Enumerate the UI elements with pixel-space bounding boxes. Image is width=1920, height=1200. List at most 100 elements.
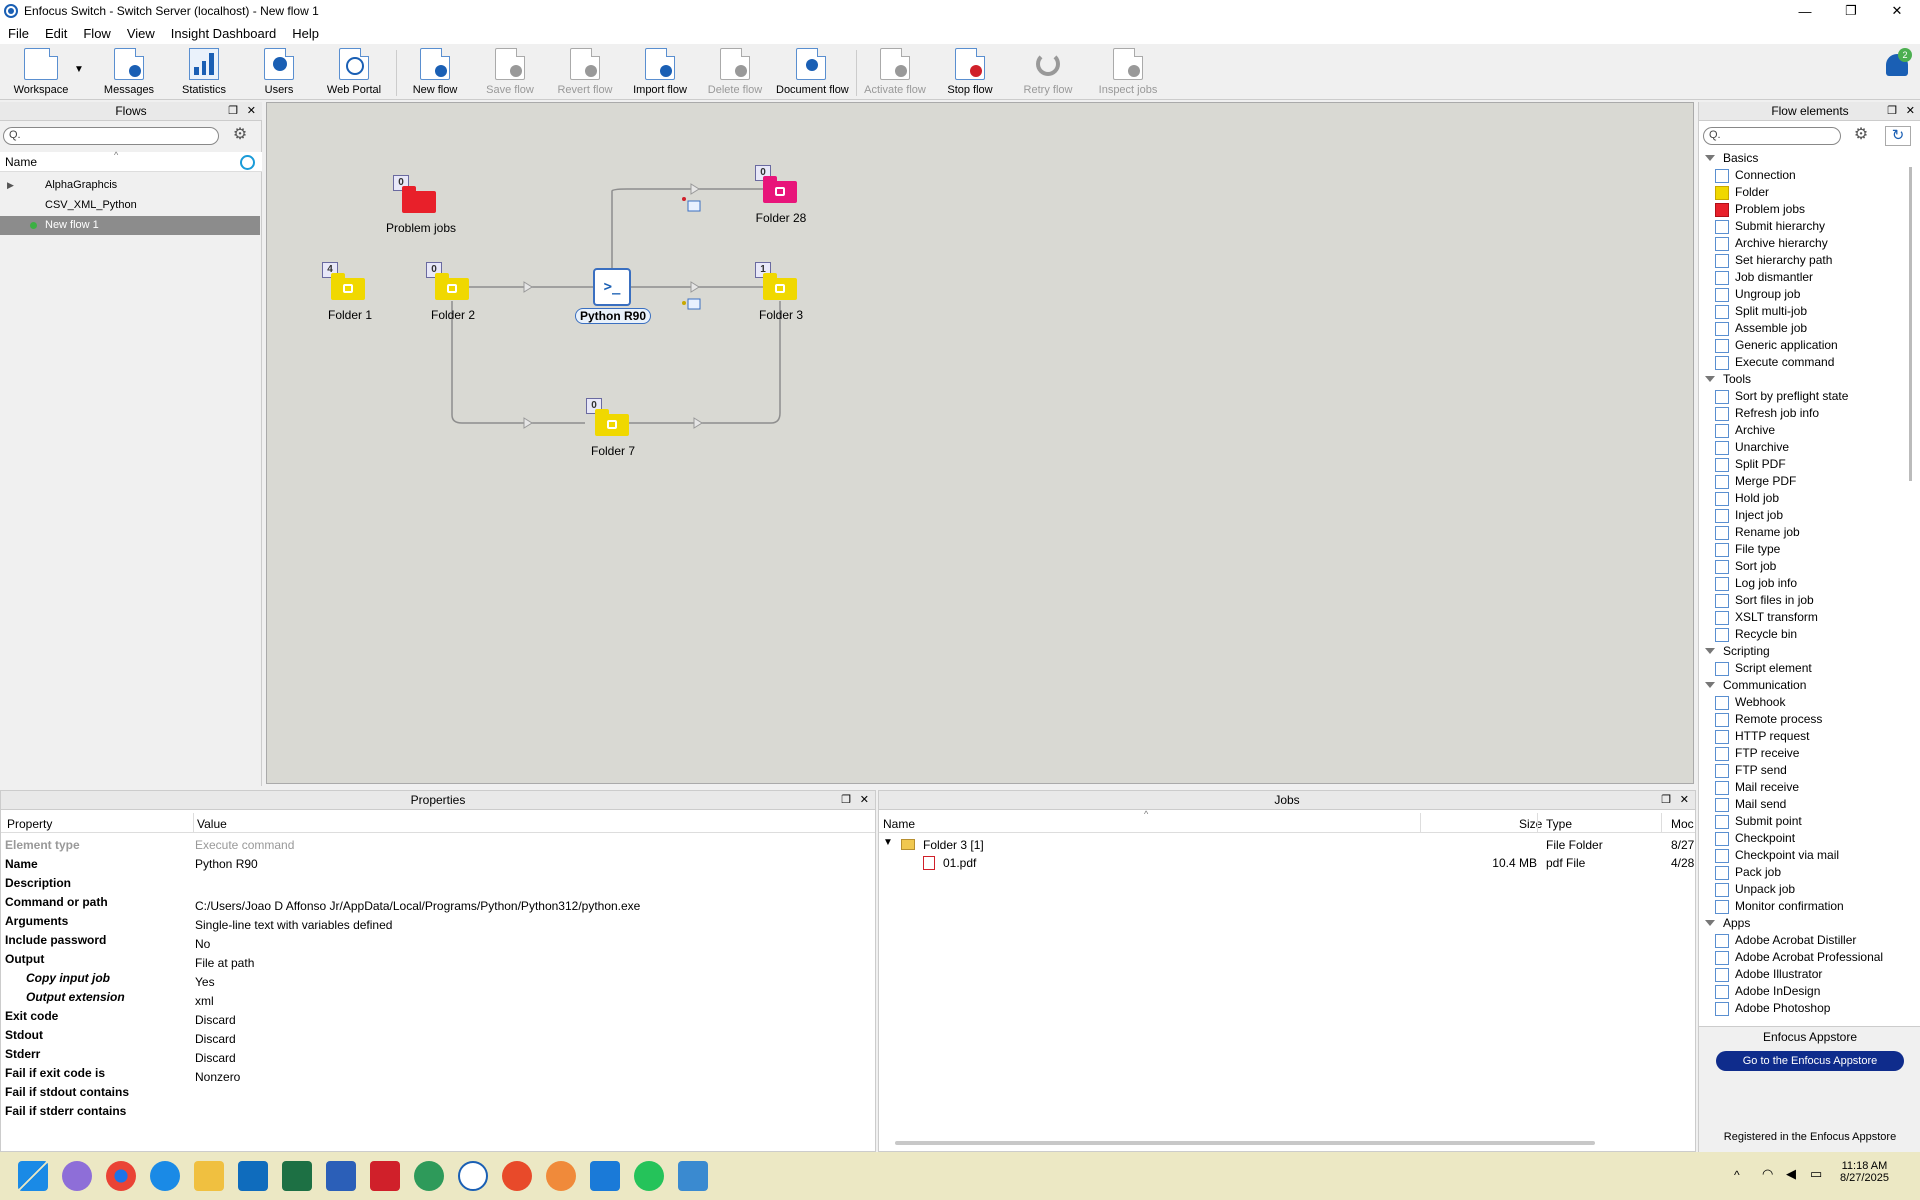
maximize-button[interactable]: ❐ [1828, 0, 1874, 22]
clock[interactable]: 11:18 AM 8/27/2025 [1840, 1160, 1889, 1184]
flow-element-item[interactable]: Pack job [1715, 864, 1781, 881]
flow-element-item[interactable]: Mail receive [1715, 779, 1799, 796]
bell-icon[interactable]: 2 [1886, 48, 1912, 76]
flow-element-item[interactable]: Set hierarchy path [1715, 252, 1832, 269]
flow-row-csv-xml-python[interactable]: CSV_XML_Python [0, 196, 260, 215]
settings-app-icon[interactable] [414, 1161, 444, 1191]
gear-icon[interactable]: ⚙ [228, 125, 252, 145]
flow-element-item[interactable]: Problem jobs [1715, 201, 1805, 218]
flow-element-item[interactable]: Rename job [1715, 524, 1800, 541]
flow-element-item[interactable]: File type [1715, 541, 1780, 558]
flow-elements-search-input[interactable] [1703, 127, 1841, 145]
app-icon[interactable] [546, 1161, 576, 1191]
flow-element-item[interactable]: Log job info [1715, 575, 1797, 592]
workspace-button[interactable]: Workspace [6, 48, 76, 96]
import-flow-button[interactable]: Import flow [625, 48, 695, 96]
flow-canvas[interactable]: 0 Problem jobs 4 Folder 1 0 Folder 2 >_ … [266, 102, 1694, 784]
save-flow-button[interactable]: Save flow [475, 48, 545, 96]
flow-element-item[interactable]: Execute command [1715, 354, 1834, 371]
flow-element-item[interactable]: Job dismantler [1715, 269, 1813, 286]
new-flow-button[interactable]: New flow [400, 48, 470, 96]
flow-element-item[interactable]: Sort by preflight state [1715, 388, 1848, 405]
menu-help[interactable]: Help [284, 26, 327, 41]
flow-element-item[interactable]: Webhook [1715, 694, 1785, 711]
flow-element-item[interactable]: Split multi-job [1715, 303, 1807, 320]
flow-element-item[interactable]: Split PDF [1715, 456, 1786, 473]
float-panel-icon[interactable]: ❐ [1887, 102, 1897, 121]
flow-element-item[interactable]: Adobe Illustrator [1715, 966, 1822, 983]
notepad-icon[interactable] [678, 1161, 708, 1191]
close-window-button[interactable]: ✕ [1874, 0, 1920, 22]
web-portal-button[interactable]: Web Portal [319, 48, 389, 96]
go-to-appstore-button[interactable]: Go to the Enfocus Appstore [1716, 1051, 1904, 1071]
float-panel-icon[interactable]: ❐ [1661, 791, 1671, 810]
battery-icon[interactable]: ▭ [1810, 1166, 1822, 1182]
flow-row-alphagraphcis[interactable]: ▶ AlphaGraphcis [0, 176, 260, 195]
flow-element-item[interactable]: Adobe Acrobat Professional [1715, 949, 1883, 966]
flow-element-item[interactable]: HTTP request [1715, 728, 1809, 745]
document-flow-button[interactable]: Document flow [776, 48, 849, 96]
app-icon[interactable] [502, 1161, 532, 1191]
flows-column-header[interactable]: Name ^ [0, 150, 262, 172]
flow-element-item[interactable]: Merge PDF [1715, 473, 1796, 490]
job-row-file[interactable]: 01.pdf 10.4 MB pdf File 4/28 [879, 854, 1695, 872]
refresh-icon[interactable] [240, 155, 255, 170]
vertical-scrollbar[interactable] [1909, 167, 1912, 481]
type-column-label[interactable]: Type [1546, 817, 1572, 831]
flow-element-item[interactable]: Submit point [1715, 813, 1802, 830]
flow-element-item[interactable]: Submit hierarchy [1715, 218, 1825, 235]
menu-insight-dashboard[interactable]: Insight Dashboard [163, 26, 285, 41]
close-panel-icon[interactable]: ✕ [1906, 102, 1915, 121]
flow-element-item[interactable]: Archive hierarchy [1715, 235, 1828, 252]
flow-element-item[interactable]: XSLT transform [1715, 609, 1818, 626]
wifi-icon[interactable]: ◠ [1762, 1166, 1773, 1182]
flow-element-item[interactable]: Remote process [1715, 711, 1822, 728]
flow-element-item[interactable]: Unarchive [1715, 439, 1789, 456]
category-scripting[interactable]: Scripting [1705, 643, 1770, 660]
chrome-icon[interactable] [106, 1161, 136, 1191]
menu-flow[interactable]: Flow [75, 26, 118, 41]
menu-view[interactable]: View [119, 26, 163, 41]
category-tools[interactable]: Tools [1704, 371, 1751, 388]
word-icon[interactable] [326, 1161, 356, 1191]
name-column-label[interactable]: Name [883, 817, 915, 831]
float-panel-icon[interactable]: ❐ [228, 102, 238, 121]
flow-element-item[interactable]: Archive [1715, 422, 1775, 439]
collapse-arrow-icon[interactable]: ▼ [883, 837, 893, 848]
flow-element-item[interactable]: Generic application [1715, 337, 1838, 354]
menu-edit[interactable]: Edit [37, 26, 75, 41]
category-basics[interactable]: Basics [1704, 150, 1758, 167]
flow-element-item[interactable]: Folder [1715, 184, 1769, 201]
users-button[interactable]: Users [244, 48, 314, 96]
outlook-icon[interactable] [238, 1161, 268, 1191]
flow-element-item[interactable]: Assemble job [1715, 320, 1807, 337]
flow-element-item[interactable]: Adobe Photoshop [1715, 1000, 1830, 1017]
switch-taskbar-icon[interactable] [458, 1161, 488, 1191]
delete-flow-button[interactable]: Delete flow [700, 48, 770, 96]
flow-element-item[interactable]: FTP send [1715, 762, 1787, 779]
activate-flow-button[interactable]: Activate flow [860, 48, 930, 96]
refresh-icon[interactable]: ↻ [1885, 126, 1911, 146]
vscode-icon[interactable] [590, 1161, 620, 1191]
acrobat-icon[interactable] [370, 1161, 400, 1191]
flow-element-item[interactable]: Adobe Acrobat Distiller [1715, 932, 1856, 949]
flow-element-item[interactable]: Sort files in job [1715, 592, 1814, 609]
horizontal-scrollbar[interactable] [895, 1141, 1595, 1145]
float-panel-icon[interactable]: ❐ [841, 791, 851, 810]
flows-search-input[interactable] [3, 127, 219, 145]
flow-element-item[interactable]: Ungroup job [1715, 286, 1800, 303]
file-explorer-icon[interactable] [194, 1161, 224, 1191]
edge-icon[interactable] [150, 1161, 180, 1191]
start-icon[interactable] [18, 1161, 48, 1191]
flow-element-item[interactable]: Checkpoint via mail [1715, 847, 1839, 864]
close-panel-icon[interactable]: ✕ [860, 791, 869, 810]
flow-element-item[interactable]: FTP receive [1715, 745, 1799, 762]
flow-element-item[interactable]: Mail send [1715, 796, 1786, 813]
menu-file[interactable]: File [0, 26, 37, 41]
retry-flow-button[interactable]: Retry flow [1013, 48, 1083, 96]
inspect-jobs-button[interactable]: Inspect jobs [1093, 48, 1163, 96]
statistics-button[interactable]: Statistics [169, 48, 239, 96]
modified-column-label[interactable]: Moc [1671, 817, 1694, 831]
messages-button[interactable]: Messages [94, 48, 164, 96]
copilot-icon[interactable] [62, 1161, 92, 1191]
